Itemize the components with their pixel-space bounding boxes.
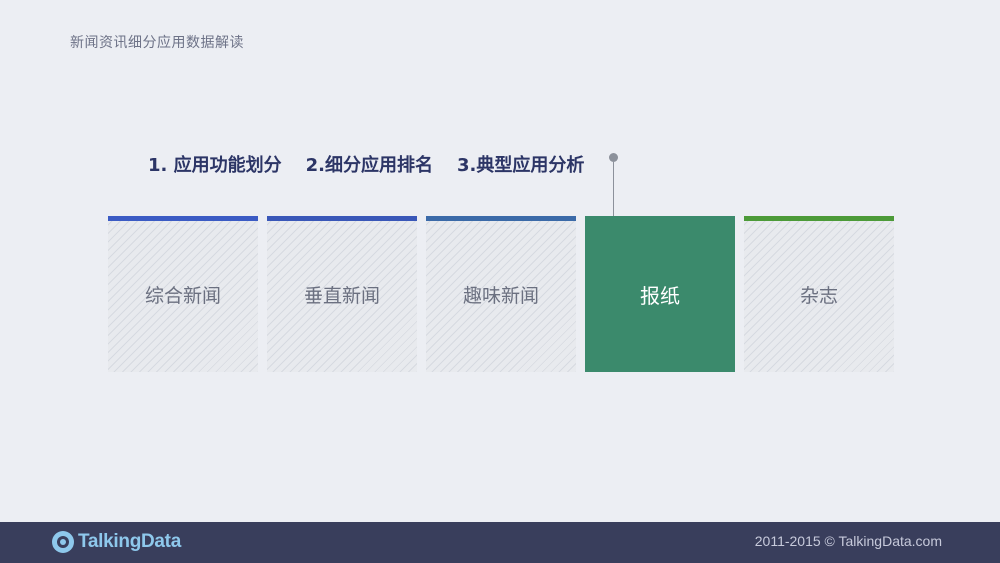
card-accent-bar <box>426 216 576 221</box>
section-item-typical-analysis[interactable]: 3.典型应用分析 <box>457 151 584 177</box>
card-accent-bar <box>108 216 258 221</box>
section-nav: 1. 应用功能划分 2.细分应用排名 3.典型应用分析 <box>148 151 608 177</box>
category-card-vertical-news[interactable]: 垂直新闻 <box>267 216 417 372</box>
copyright-text: 2011-2015 © TalkingData.com <box>754 533 942 549</box>
logo-icon <box>52 531 74 553</box>
category-cards: 综合新闻 垂直新闻 趣味新闻 报纸 杂志 <box>108 216 895 372</box>
category-card-fun-news[interactable]: 趣味新闻 <box>426 216 576 372</box>
connector-line <box>613 162 614 216</box>
card-label: 趣味新闻 <box>462 284 539 307</box>
card-label: 报纸 <box>640 283 680 308</box>
card-label: 杂志 <box>799 284 838 307</box>
card-accent-bar <box>744 216 894 221</box>
card-label: 综合新闻 <box>144 284 221 307</box>
section-item-app-ranking[interactable]: 2.细分应用排名 <box>306 151 433 177</box>
category-card-newspaper[interactable]: 报纸 <box>585 216 735 372</box>
category-card-magazine[interactable]: 杂志 <box>744 216 894 372</box>
connector-dot <box>609 153 618 162</box>
section-item-function-division[interactable]: 1. 应用功能划分 <box>148 151 282 177</box>
card-label: 垂直新闻 <box>303 284 380 307</box>
category-card-general-news[interactable]: 综合新闻 <box>108 216 258 372</box>
card-accent-bar <box>267 216 417 221</box>
logo-text: TalkingData <box>78 531 181 552</box>
footer: TalkingData 2011-2015 © TalkingData.com <box>0 522 1000 563</box>
talkingdata-logo: TalkingData <box>52 531 181 553</box>
page-title: 新闻资讯细分应用数据解读 <box>70 35 244 51</box>
